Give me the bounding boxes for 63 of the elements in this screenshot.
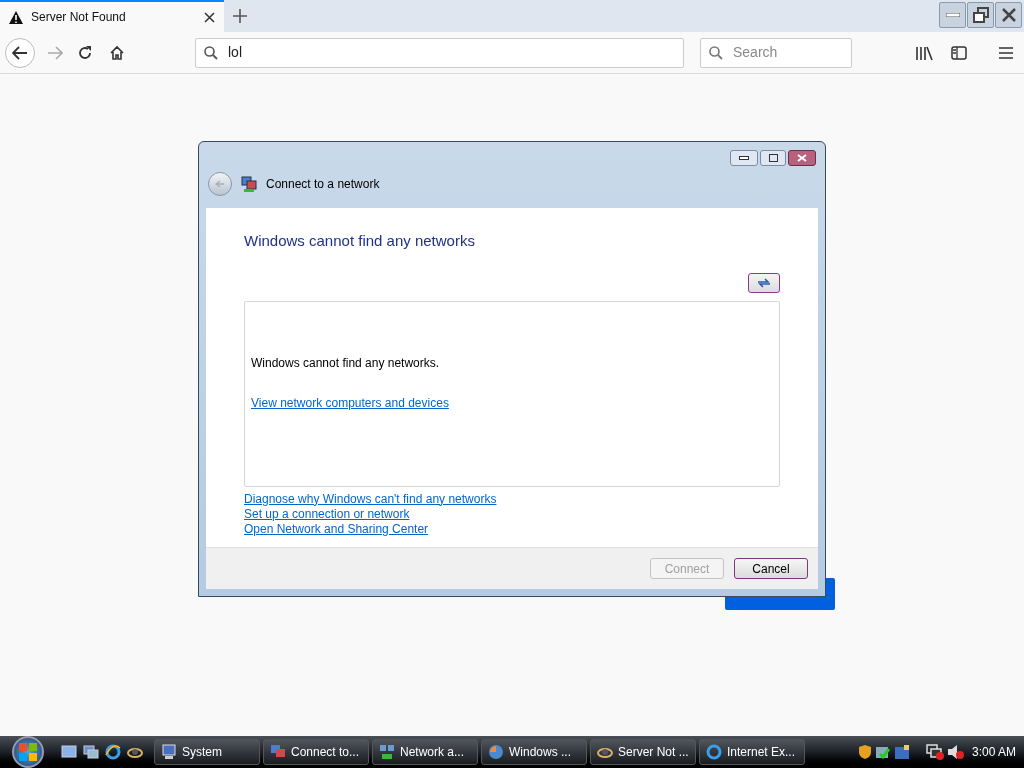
clock[interactable]: 3:00 AM (971, 743, 1016, 761)
close-button[interactable] (788, 150, 816, 166)
close-icon[interactable] (204, 11, 215, 23)
tray-app-icon[interactable] (893, 744, 910, 760)
task-link[interactable]: Open Network and Sharing Center (244, 521, 429, 537)
task-link[interactable]: Set up a connection or network (244, 506, 410, 522)
windows-switch-icon[interactable] (83, 745, 99, 759)
refresh-arrows-icon (757, 276, 771, 289)
library-icon[interactable] (915, 44, 933, 61)
task-link[interactable]: Diagnose why Windows can't find any networks (244, 491, 497, 507)
desktop-icon[interactable] (61, 745, 77, 759)
search-placeholder: Search (733, 43, 778, 62)
volume-muted-icon[interactable] (946, 744, 965, 760)
reload-icon[interactable] (77, 44, 93, 61)
network-icon (241, 176, 257, 192)
dialog-title: Connect to a network (266, 176, 380, 193)
search-icon (709, 45, 723, 60)
tab-title: Server Not Found (31, 9, 127, 26)
view-devices-link[interactable]: View network computers and devices (251, 393, 449, 412)
close-icon (797, 154, 807, 162)
taskbar-button[interactable]: Server Not ... (590, 739, 696, 765)
start-button[interactable] (12, 736, 44, 768)
back-button[interactable] (5, 37, 35, 68)
taskbar-button[interactable]: Connect to... (263, 739, 369, 765)
windows-logo-icon (18, 742, 38, 762)
browser-tab[interactable]: Server Not Found (0, 0, 224, 32)
shield-icon[interactable] (857, 744, 872, 760)
app-icon (488, 744, 504, 760)
app-icon (706, 744, 722, 760)
maximize-icon (768, 154, 778, 162)
close-button[interactable] (995, 2, 1022, 28)
address-text: lol (228, 43, 242, 62)
security-check-icon[interactable] (874, 744, 891, 760)
dialog-heading: Windows cannot find any networks (244, 231, 476, 251)
taskbar-button[interactable]: Network a... (372, 739, 478, 765)
close-icon (1001, 8, 1016, 22)
network-error-icon[interactable] (925, 744, 944, 760)
menu-icon[interactable] (999, 46, 1013, 59)
restore-button[interactable] (967, 2, 994, 28)
restore-icon (972, 7, 989, 23)
app-icon (161, 744, 177, 760)
home-icon[interactable] (109, 44, 125, 61)
search-field[interactable]: Search (700, 37, 852, 68)
search-icon (204, 45, 218, 60)
taskbar-button[interactable]: Internet Ex... (699, 739, 805, 765)
app-icon (270, 744, 286, 760)
browser-e-icon[interactable] (105, 744, 121, 760)
minimize-button[interactable] (730, 150, 758, 166)
back-arrow-icon (215, 180, 225, 188)
taskbar-button[interactable]: System (154, 739, 260, 765)
minimize-icon (739, 156, 749, 160)
sidebar-icon[interactable] (951, 45, 967, 60)
dialog-button[interactable]: Cancel (734, 558, 808, 579)
back-arrow-icon (12, 45, 28, 60)
address-field[interactable]: lol (195, 37, 684, 68)
warning-icon (9, 10, 23, 24)
plus-icon (233, 9, 247, 23)
refresh-button[interactable] (748, 272, 780, 293)
message-text: Windows cannot find any networks. (251, 354, 440, 372)
taskbar-button[interactable]: Windows ... (481, 739, 587, 765)
maximize-button[interactable] (760, 150, 786, 166)
app-icon (379, 744, 395, 760)
minimize-icon (945, 13, 960, 17)
